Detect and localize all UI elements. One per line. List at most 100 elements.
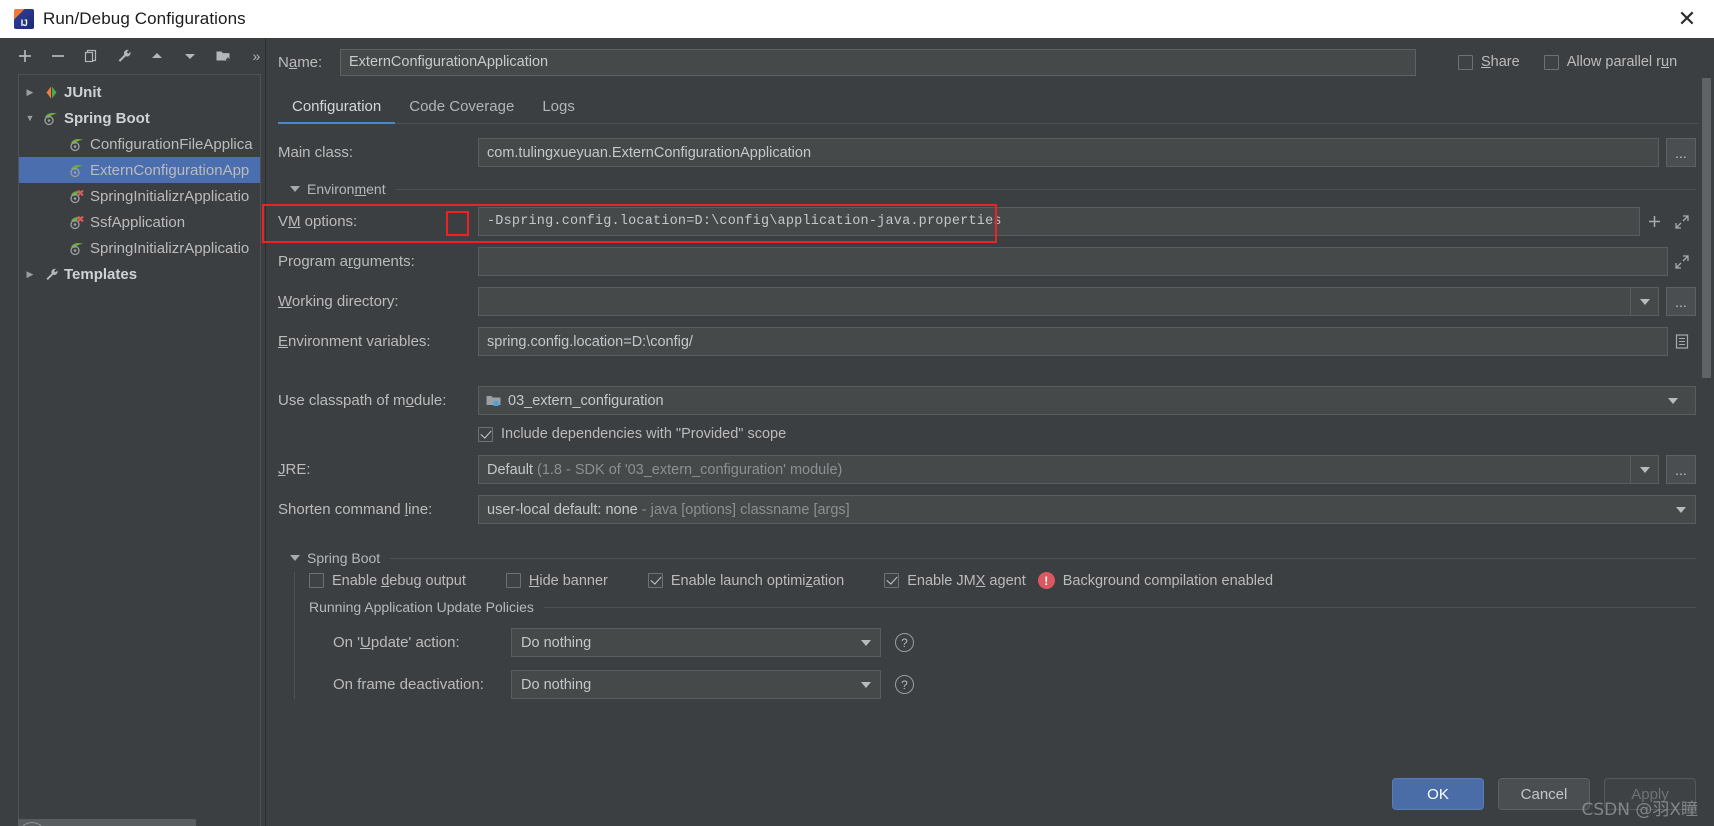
configurations-panel: » ▶ JUnit ▼ Spring Boot ConfigurationFile… (0, 38, 266, 826)
program-arguments-field[interactable] (478, 247, 1668, 276)
spring-boot-group-header[interactable]: Spring Boot (278, 550, 1696, 566)
vm-options-label: VM options: (278, 213, 358, 230)
window-title-bar: Run/Debug Configurations ✕ (0, 0, 1714, 38)
tree-item-ssfapplication[interactable]: SsfApplication (19, 209, 260, 235)
enable-jmx-agent-checkbox[interactable]: Enable JMX agent (884, 573, 1026, 589)
environment-group-header[interactable]: Environment (278, 181, 1696, 197)
jre-browse-button[interactable]: ... (1666, 455, 1696, 484)
chevron-double-right-icon[interactable]: » (248, 46, 265, 66)
working-directory-browse-button[interactable]: ... (1666, 287, 1696, 316)
chevron-down-icon[interactable] (852, 629, 880, 656)
vm-options-row: VM options: -Dspring.config.location=D:\… (278, 207, 1696, 236)
tab-configuration[interactable]: Configuration (278, 98, 396, 124)
environment-variables-label: Environment variables: (278, 333, 431, 350)
shorten-command-line-field[interactable]: user-local default: none - java [options… (478, 495, 1696, 524)
name-label: Name: (278, 53, 323, 71)
chevron-right-icon[interactable]: ▶ (19, 269, 41, 280)
checkbox-box (647, 573, 663, 588)
main-class-browse-button[interactable]: ... (1666, 138, 1696, 167)
module-icon (486, 394, 501, 408)
enable-debug-output-label: Enable debug output (332, 572, 466, 589)
copy-icon[interactable] (82, 46, 99, 66)
chevron-down-icon[interactable] (1630, 288, 1658, 315)
wrench-icon[interactable] (115, 46, 132, 66)
list-icon[interactable] (1668, 328, 1696, 355)
chevron-down-icon[interactable] (852, 671, 880, 698)
close-icon[interactable]: ✕ (1674, 6, 1700, 32)
help-icon[interactable]: ? (895, 633, 914, 652)
arrow-up-icon[interactable] (149, 46, 166, 66)
use-classpath-field[interactable]: 03_extern_configuration (478, 386, 1696, 415)
enable-jmx-agent-label: Enable JMX agent (907, 572, 1026, 589)
hide-banner-checkbox[interactable]: Hide banner (505, 572, 608, 589)
plus-icon[interactable] (16, 46, 33, 66)
hide-banner-label: Hide banner (528, 572, 608, 589)
tree-item-label: Spring Boot (64, 109, 150, 127)
checkbox-box (478, 426, 493, 442)
use-classpath-row: Use classpath of module: 03_extern_confi… (278, 386, 1696, 415)
shorten-value: user-local default: none (487, 501, 638, 518)
folder-add-icon[interactable] (215, 46, 232, 66)
background-compilation-warning: Background compilation enabled (1062, 572, 1274, 589)
chevron-down-icon[interactable] (1630, 456, 1658, 483)
tab-logs[interactable]: Logs (528, 98, 589, 124)
chevron-down-icon (290, 555, 300, 561)
form-vertical-scrollbar[interactable] (1702, 78, 1711, 728)
program-arguments-label: Program arguments: (278, 253, 415, 270)
main-class-field[interactable]: com.tulingxueyuan.ExternConfigurationApp… (478, 138, 1659, 167)
tree-item-spring-boot[interactable]: ▼ Spring Boot (19, 105, 260, 131)
jre-field[interactable]: Default (1.8 - SDK of '03_extern_configu… (478, 455, 1659, 484)
tree-item-springinitializrapplicatio[interactable]: SpringInitializrApplicatio (19, 235, 260, 261)
tree-item-templates[interactable]: ▶ Templates (19, 261, 260, 287)
tree-item-externconfigurationapp[interactable]: ExternConfigurationApp (19, 157, 260, 183)
chevron-down-icon[interactable] (1667, 496, 1695, 523)
tree-item-springinitializrapplicatio[interactable]: SpringInitializrApplicatio (19, 183, 260, 209)
chevron-down-icon[interactable] (1659, 387, 1687, 414)
minus-icon[interactable] (49, 46, 66, 66)
include-provided-row: Include dependencies with "Provided" sco… (278, 426, 1696, 442)
include-provided-checkbox[interactable]: Include dependencies with "Provided" sco… (478, 426, 786, 442)
use-classpath-value: 03_extern_configuration (508, 392, 664, 409)
name-input[interactable] (340, 48, 1416, 76)
tree-item-configurationfileapplica[interactable]: ConfigurationFileApplica (19, 131, 260, 157)
divider (390, 557, 1696, 559)
enable-launch-optimization-checkbox[interactable]: Enable launch optimization (647, 573, 844, 589)
environment-variables-field[interactable]: spring.config.location=D:\config/ (478, 327, 1668, 356)
share-checkbox[interactable]: Share (1458, 54, 1520, 70)
ok-button[interactable]: OK (1392, 778, 1484, 810)
arrow-down-icon[interactable] (182, 46, 199, 66)
checkbox-box (884, 573, 900, 588)
dialog-body: » ▶ JUnit ▼ Spring Boot ConfigurationFile… (0, 38, 1714, 826)
junit-icon (41, 85, 61, 100)
on-update-action-value: Do nothing (521, 634, 592, 651)
spring-boot-group-label: Spring Boot (307, 550, 381, 566)
cancel-button[interactable]: Cancel (1498, 778, 1590, 810)
working-directory-row: Working directory: ... (278, 287, 1696, 316)
enable-debug-output-checkbox[interactable]: Enable debug output (309, 573, 466, 589)
on-frame-deactivation-dropdown[interactable]: Do nothing (511, 670, 881, 699)
expand-icon[interactable] (1668, 208, 1696, 235)
expand-icon[interactable] (1668, 248, 1696, 275)
chevron-right-icon[interactable]: ▶ (19, 87, 41, 98)
plus-icon[interactable] (1640, 208, 1668, 235)
main-class-label: Main class: (278, 144, 354, 161)
tree-item-junit[interactable]: ▶ JUnit (19, 79, 260, 105)
vm-options-field[interactable]: -Dspring.config.location=D:\config\appli… (478, 207, 1640, 236)
tab-code-coverage[interactable]: Code Coverage (395, 98, 528, 124)
divider (543, 606, 1696, 608)
on-update-action-dropdown[interactable]: Do nothing (511, 628, 881, 657)
tree-item-label: SpringInitializrApplicatio (90, 239, 250, 257)
divider (395, 188, 1696, 190)
chevron-down-icon[interactable]: ▼ (19, 113, 41, 123)
on-update-action-label: On 'Update' action: (333, 634, 460, 651)
configurations-tree[interactable]: ▶ JUnit ▼ Spring Boot ConfigurationFileAp… (18, 74, 261, 826)
working-directory-field[interactable] (478, 287, 1659, 316)
on-frame-deactivation-value: Do nothing (521, 676, 592, 693)
checkbox-box (309, 573, 324, 588)
help-icon[interactable]: ? (895, 675, 914, 694)
spring-boot-error-icon (67, 215, 87, 230)
jre-value-detail: (1.8 - SDK of '03_extern_configuration' … (536, 461, 843, 478)
intellij-idea-icon (14, 9, 34, 29)
allow-parallel-run-checkbox[interactable]: Allow parallel run (1543, 54, 1677, 70)
spring-boot-error-icon (67, 189, 87, 204)
